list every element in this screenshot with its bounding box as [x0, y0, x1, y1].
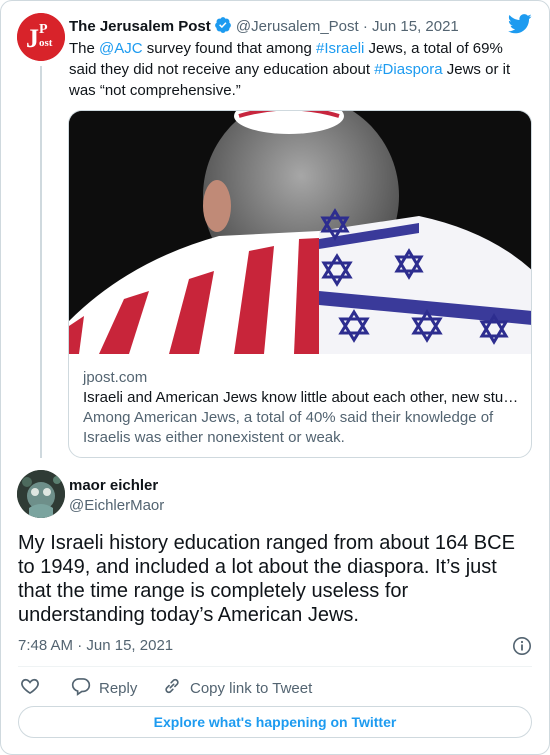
verified-badge-icon [214, 16, 232, 40]
tweet-date: Jun 15, 2021 [86, 637, 174, 654]
card-domain: jpost.com [83, 369, 148, 386]
main-tweet-text: My Israeli history education ranged from… [18, 532, 515, 626]
link-icon [162, 676, 182, 702]
card-image [69, 111, 531, 354]
tweet-time: 7:48 AM [18, 637, 74, 654]
parent-tweet-text: The @AJC survey found that among #Israel… [69, 38, 519, 101]
separator-dot: · [362, 18, 368, 35]
jpost-avatar[interactable]: J P ost [17, 13, 65, 61]
svg-text:J: J [26, 24, 39, 53]
parent-tweet-header: The Jerusalem Post @Jerusalem_Post · Jun… [69, 16, 459, 40]
reply-button[interactable]: Reply [71, 676, 137, 702]
parent-author-handle[interactable]: @Jerusalem_Post [236, 18, 359, 35]
like-button[interactable] [20, 676, 40, 702]
main-author-handle[interactable]: @EichlerMaor [69, 496, 164, 516]
tweet-text-segment: The [69, 40, 100, 57]
heart-icon [20, 676, 40, 702]
avatar-image [17, 470, 65, 518]
main-tweet-timestamp[interactable]: 7:48 AM · Jun 15, 2021 [18, 636, 173, 656]
thread-connector-line [40, 66, 42, 458]
tweet-text-segment: survey found that among [142, 40, 317, 57]
divider [18, 666, 532, 667]
parent-tweet-date[interactable]: Jun 15, 2021 [372, 18, 459, 35]
reply-label: Reply [99, 680, 138, 697]
hashtag-link[interactable]: #Israeli [316, 40, 364, 57]
svg-text:P: P [39, 22, 48, 37]
link-preview-card[interactable]: jpost.com Israeli and American Jews know… [68, 110, 532, 458]
svg-text:ost: ost [39, 37, 53, 49]
hashtag-link[interactable]: #Diaspora [374, 61, 442, 78]
card-description: Among American Jews, a total of 40% said… [83, 409, 494, 446]
card-body: jpost.com Israeli and American Jews know… [83, 368, 523, 448]
speech-bubble-icon [71, 676, 91, 702]
parent-author-name[interactable]: The Jerusalem Post [69, 18, 211, 35]
info-icon[interactable] [512, 636, 532, 661]
copy-link-button[interactable]: Copy link to Tweet [162, 676, 312, 702]
maor-eichler-avatar[interactable] [17, 470, 65, 518]
copy-link-label: Copy link to Tweet [190, 680, 313, 697]
mention-link[interactable]: @AJC [99, 40, 143, 57]
main-author-name[interactable]: maor eichler [69, 476, 158, 496]
jpost-logo: J P ost [17, 13, 65, 61]
explore-twitter-button[interactable]: Explore what's happening on Twitter [18, 706, 532, 738]
twitter-bird-icon[interactable] [507, 14, 532, 39]
separator-dot: · [77, 637, 83, 654]
card-title[interactable]: Israeli and American Jews know little ab… [83, 388, 520, 408]
